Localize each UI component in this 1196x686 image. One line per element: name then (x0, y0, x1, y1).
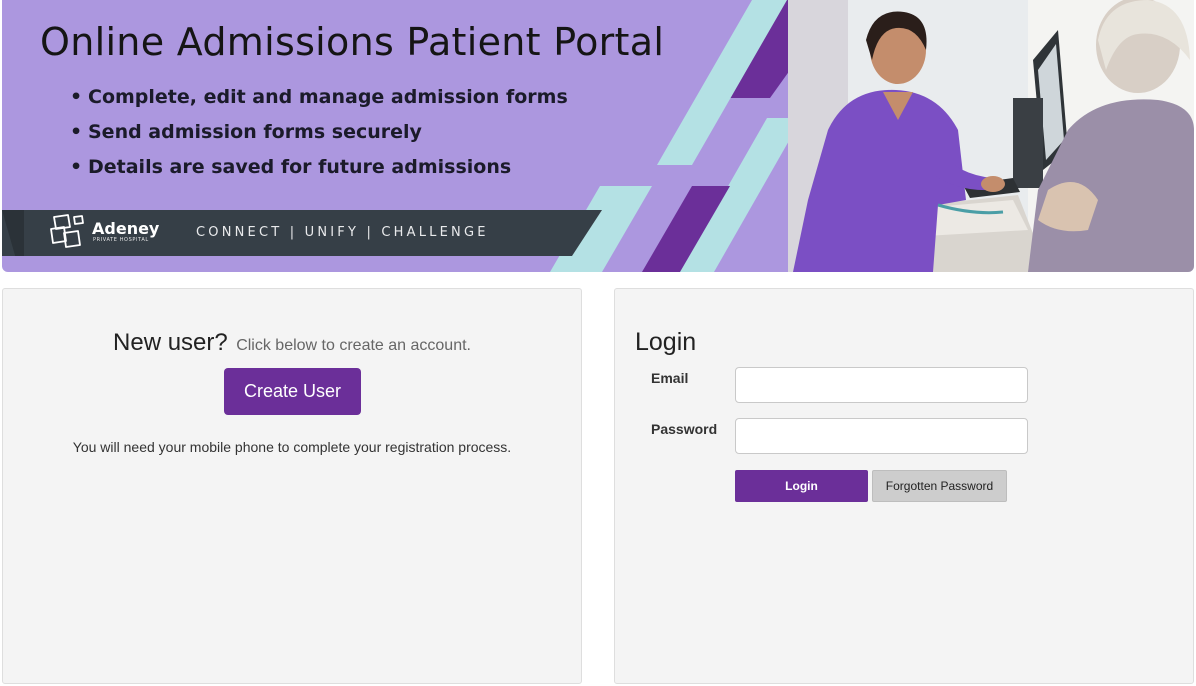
brand-tagline: CONNECT | UNIFY | CHALLENGE (196, 225, 489, 240)
feature-item: • Complete, edit and manage admission for… (70, 86, 568, 108)
login-title: Login (635, 328, 697, 356)
new-user-prompt: New user? Click below to create an accou… (3, 329, 581, 357)
login-panel: Login Email Password Login Forgotten Pas… (614, 288, 1194, 684)
login-button[interactable]: Login (735, 470, 868, 502)
new-user-hint: Click below to create an account. (236, 337, 471, 354)
banner-title: Online Admissions Patient Portal (40, 20, 665, 64)
brand-subtitle: PRIVATE HOSPITAL (93, 237, 149, 243)
email-field[interactable] (735, 367, 1028, 403)
feature-list: • Complete, edit and manage admission for… (70, 86, 568, 191)
brand-name: Adeney (92, 219, 160, 238)
new-user-heading: New user? (113, 329, 228, 356)
forgotten-password-button[interactable]: Forgotten Password (872, 470, 1007, 502)
nurse-patient-photo (788, 0, 1194, 272)
new-user-panel: New user? Click below to create an accou… (2, 288, 582, 684)
hospital-logo-icon (50, 214, 84, 248)
password-label: Password (651, 421, 718, 437)
feature-item: • Details are saved for future admissions (70, 156, 512, 178)
hero-banner: Online Admissions Patient Portal • Comple… (2, 0, 1194, 272)
email-label: Email (651, 370, 689, 386)
feature-item: • Send admission forms securely (70, 121, 422, 143)
registration-note: You will need your mobile phone to compl… (72, 439, 512, 455)
password-field[interactable] (735, 418, 1028, 454)
create-user-button[interactable]: Create User (224, 368, 361, 415)
